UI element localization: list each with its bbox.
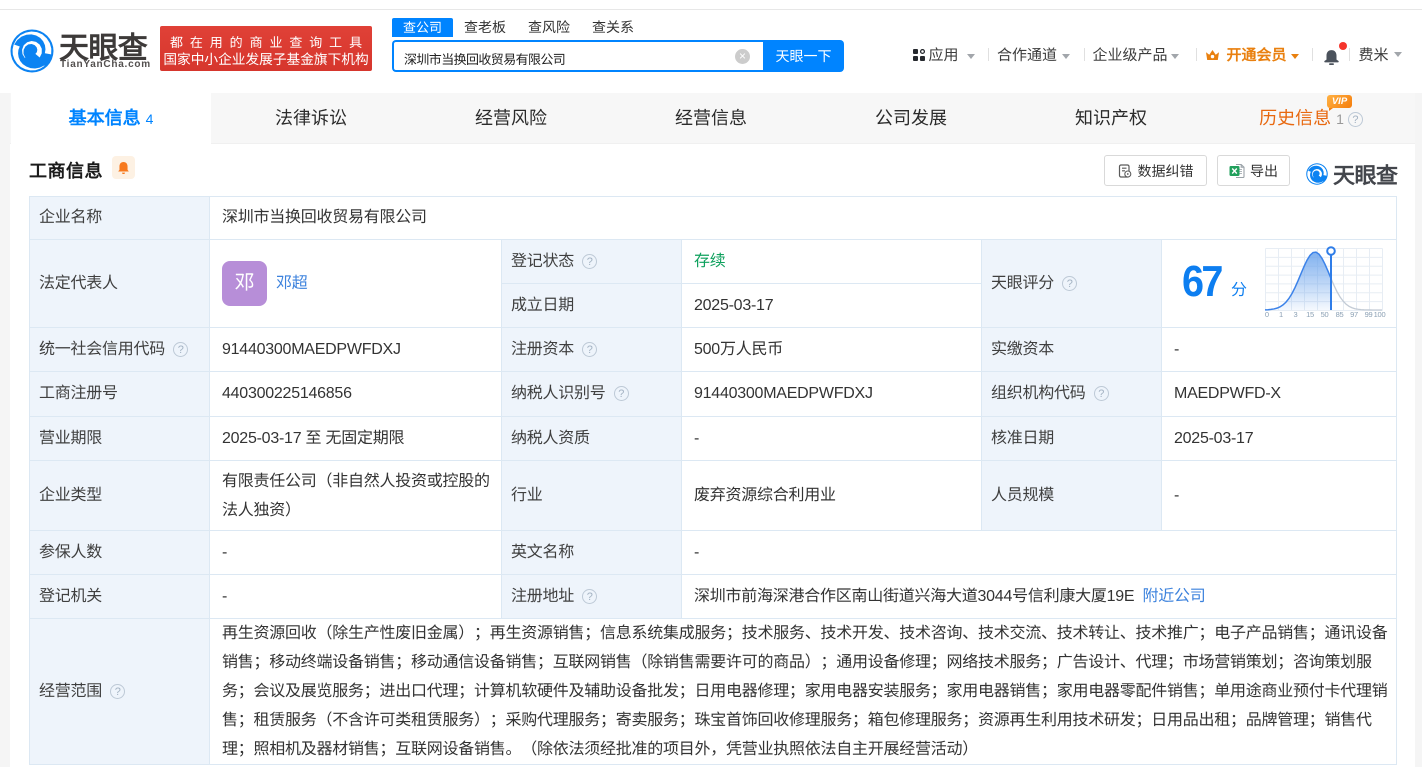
svg-text:15: 15 xyxy=(1306,310,1314,319)
svg-text:97: 97 xyxy=(1350,310,1358,319)
svg-text:50: 50 xyxy=(1320,310,1328,319)
svg-text:1: 1 xyxy=(1279,310,1283,319)
svg-text:0: 0 xyxy=(1265,310,1269,319)
svg-text:99: 99 xyxy=(1364,310,1372,319)
svg-text:100: 100 xyxy=(1373,310,1385,319)
svg-text:85: 85 xyxy=(1335,310,1343,319)
svg-text:3: 3 xyxy=(1293,310,1297,319)
